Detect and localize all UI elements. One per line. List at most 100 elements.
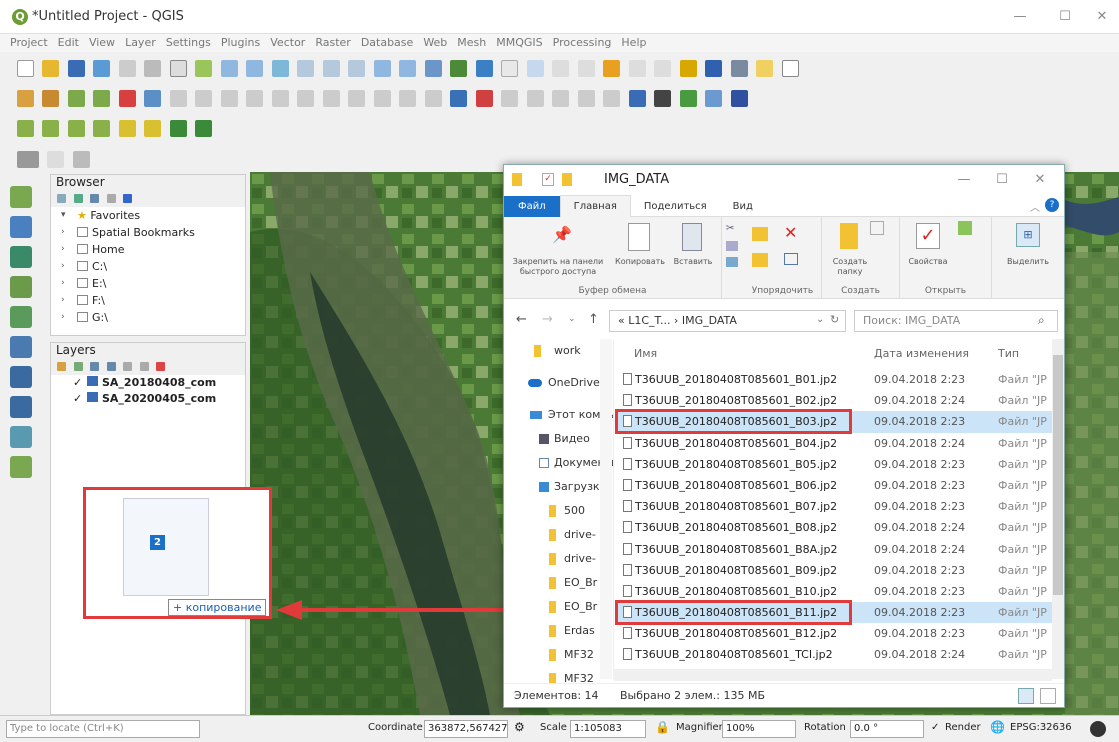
add-wfs-layer-icon[interactable] <box>10 426 32 448</box>
pin-icon[interactable]: 📌 <box>552 225 572 244</box>
add-xyz-icon[interactable] <box>169 120 187 137</box>
menu-mesh[interactable]: Mesh <box>452 34 491 51</box>
processing-toolbox-icon[interactable] <box>628 60 646 77</box>
nav-item-folder[interactable]: drive- <box>504 523 613 547</box>
statistics-icon[interactable] <box>654 60 671 77</box>
add-postgis-icon[interactable] <box>10 336 32 358</box>
add-wms-icon[interactable] <box>93 120 110 137</box>
close-button[interactable]: ✕ <box>1082 6 1119 28</box>
tab-view[interactable]: Вид <box>720 196 766 218</box>
menu-web[interactable]: Web <box>418 34 452 51</box>
vertex-tool-icon[interactable] <box>118 90 136 107</box>
nav-item-folder[interactable]: EO_Br <box>504 595 613 619</box>
nav-item-video[interactable]: Видео <box>504 427 613 451</box>
crs-globe-icon[interactable]: 🌐 <box>990 720 1005 734</box>
profile-icon[interactable] <box>705 90 722 107</box>
georeferencer-icon[interactable] <box>679 90 697 107</box>
add-vector-layer-icon[interactable] <box>10 186 32 208</box>
back-icon[interactable]: ← <box>516 312 527 327</box>
database-icon[interactable] <box>628 90 646 107</box>
crs-label[interactable]: EPSG:32636 <box>1010 722 1072 733</box>
nav-item-downloads[interactable]: Загрузки <box>504 475 613 499</box>
magnifier-field[interactable]: 100% <box>722 720 796 738</box>
file-row[interactable]: T36UUB_20180408T085601_B04.jp2 09.04.2018… <box>617 433 1052 454</box>
menu-layer[interactable]: Layer <box>120 34 161 51</box>
sum-icon[interactable] <box>705 60 722 77</box>
info-icon[interactable] <box>123 194 132 203</box>
nav-item-folder[interactable]: drive- <box>504 547 613 571</box>
deselect-icon[interactable] <box>552 60 569 77</box>
column-name[interactable]: Имя <box>634 339 657 369</box>
save-edits-icon[interactable] <box>67 90 85 107</box>
menu-help[interactable]: Help <box>616 34 651 51</box>
add-raster-icon[interactable] <box>16 120 34 137</box>
file-row[interactable]: T36UUB_20180408T085601_B12.jp2 09.04.2018… <box>617 623 1052 644</box>
bookmark-icon[interactable] <box>450 60 467 77</box>
refresh-icon[interactable] <box>475 60 493 77</box>
measure-icon[interactable] <box>730 60 748 77</box>
nav-item-folder[interactable]: EO_Br <box>504 571 613 595</box>
tab-file[interactable]: Файл <box>504 196 560 218</box>
modify-attributes-icon[interactable] <box>144 90 161 107</box>
menu-plugins[interactable]: Plugins <box>216 34 265 51</box>
file-row[interactable]: T36UUB_20180408T085601_B09.jp2 09.04.2018… <box>617 560 1052 581</box>
recent-dropdown-icon[interactable]: ⌄ <box>568 314 576 324</box>
highlight-icon[interactable] <box>552 90 569 107</box>
pan-to-selection-icon[interactable] <box>195 60 212 77</box>
add-group-icon[interactable] <box>73 362 83 371</box>
add-spatialite-icon[interactable] <box>10 306 32 328</box>
browser-item-f[interactable]: › F:\ <box>51 292 245 309</box>
copy-button[interactable]: Копировать <box>612 257 668 267</box>
rubber-band-icon[interactable] <box>577 90 595 107</box>
current-edits-icon[interactable] <box>16 90 34 107</box>
new-item-icon[interactable] <box>870 221 884 235</box>
column-type[interactable]: Тип <box>998 339 1019 369</box>
new-folder-big-icon[interactable] <box>840 223 858 249</box>
text-annotation-icon[interactable] <box>781 60 799 77</box>
paste-icon[interactable] <box>682 223 702 251</box>
diagram-icon[interactable] <box>501 90 518 107</box>
move-label-icon[interactable] <box>399 90 416 107</box>
properties-button[interactable]: Свойства <box>906 257 950 267</box>
add-vector-icon[interactable] <box>42 120 59 137</box>
zoom-out-icon[interactable] <box>246 60 263 77</box>
attribute-table-icon[interactable] <box>577 60 595 77</box>
scale-field[interactable]: 1:105083 <box>570 720 646 738</box>
zoom-last-icon[interactable] <box>373 60 391 77</box>
tab-home[interactable]: Главная <box>559 195 631 217</box>
menu-settings[interactable]: Settings <box>161 34 216 51</box>
layer-checkbox[interactable]: ✓ <box>73 375 83 391</box>
plugin-icon[interactable] <box>72 151 90 168</box>
file-row[interactable]: T36UUB_20180408T085601_TCI.jp2 09.04.2018… <box>617 644 1052 665</box>
file-row[interactable]: T36UUB_20180408T085601_B10.jp2 09.04.2018… <box>617 581 1052 602</box>
redo-icon[interactable] <box>297 90 314 107</box>
delete-selected-icon[interactable] <box>169 90 187 107</box>
new-layer-icon[interactable] <box>10 456 32 478</box>
forward-icon[interactable]: → <box>542 312 553 327</box>
file-row[interactable]: T36UUB_20180408T085601_B05.jp2 09.04.2018… <box>617 454 1052 475</box>
paste-features-icon[interactable] <box>246 90 263 107</box>
layer-checkbox[interactable]: ✓ <box>73 391 83 407</box>
rotate-label-icon[interactable] <box>424 90 442 107</box>
zoom-native-icon[interactable] <box>348 60 365 77</box>
open-project-icon[interactable] <box>42 60 59 77</box>
undo-icon[interactable] <box>271 90 289 107</box>
settings-icon[interactable] <box>679 60 697 77</box>
change-label-icon[interactable] <box>450 90 467 107</box>
save-as-icon[interactable] <box>93 60 110 77</box>
remove-layer-icon[interactable] <box>156 362 165 371</box>
manage-visibility-icon[interactable] <box>90 362 99 371</box>
new-folder-icon[interactable] <box>562 173 572 186</box>
new-map-view-icon[interactable] <box>424 60 442 77</box>
file-row[interactable]: T36UUB_20180408T085601_B8A.jp2 09.04.2018… <box>617 539 1052 560</box>
refresh-icon[interactable] <box>73 194 83 203</box>
move-to-icon[interactable] <box>752 227 768 241</box>
snapping-icon[interactable] <box>603 90 620 107</box>
collapse-icon[interactable] <box>106 194 116 203</box>
lock-icon[interactable]: 🔒 <box>655 720 670 734</box>
copy-icon[interactable] <box>628 223 650 251</box>
properties-icon[interactable]: ✓ <box>916 223 940 249</box>
search-input[interactable]: Поиск: IMG_DATA <box>854 310 1058 332</box>
properties-check-icon[interactable]: ✓ <box>542 173 554 186</box>
rename-icon[interactable] <box>784 253 798 265</box>
